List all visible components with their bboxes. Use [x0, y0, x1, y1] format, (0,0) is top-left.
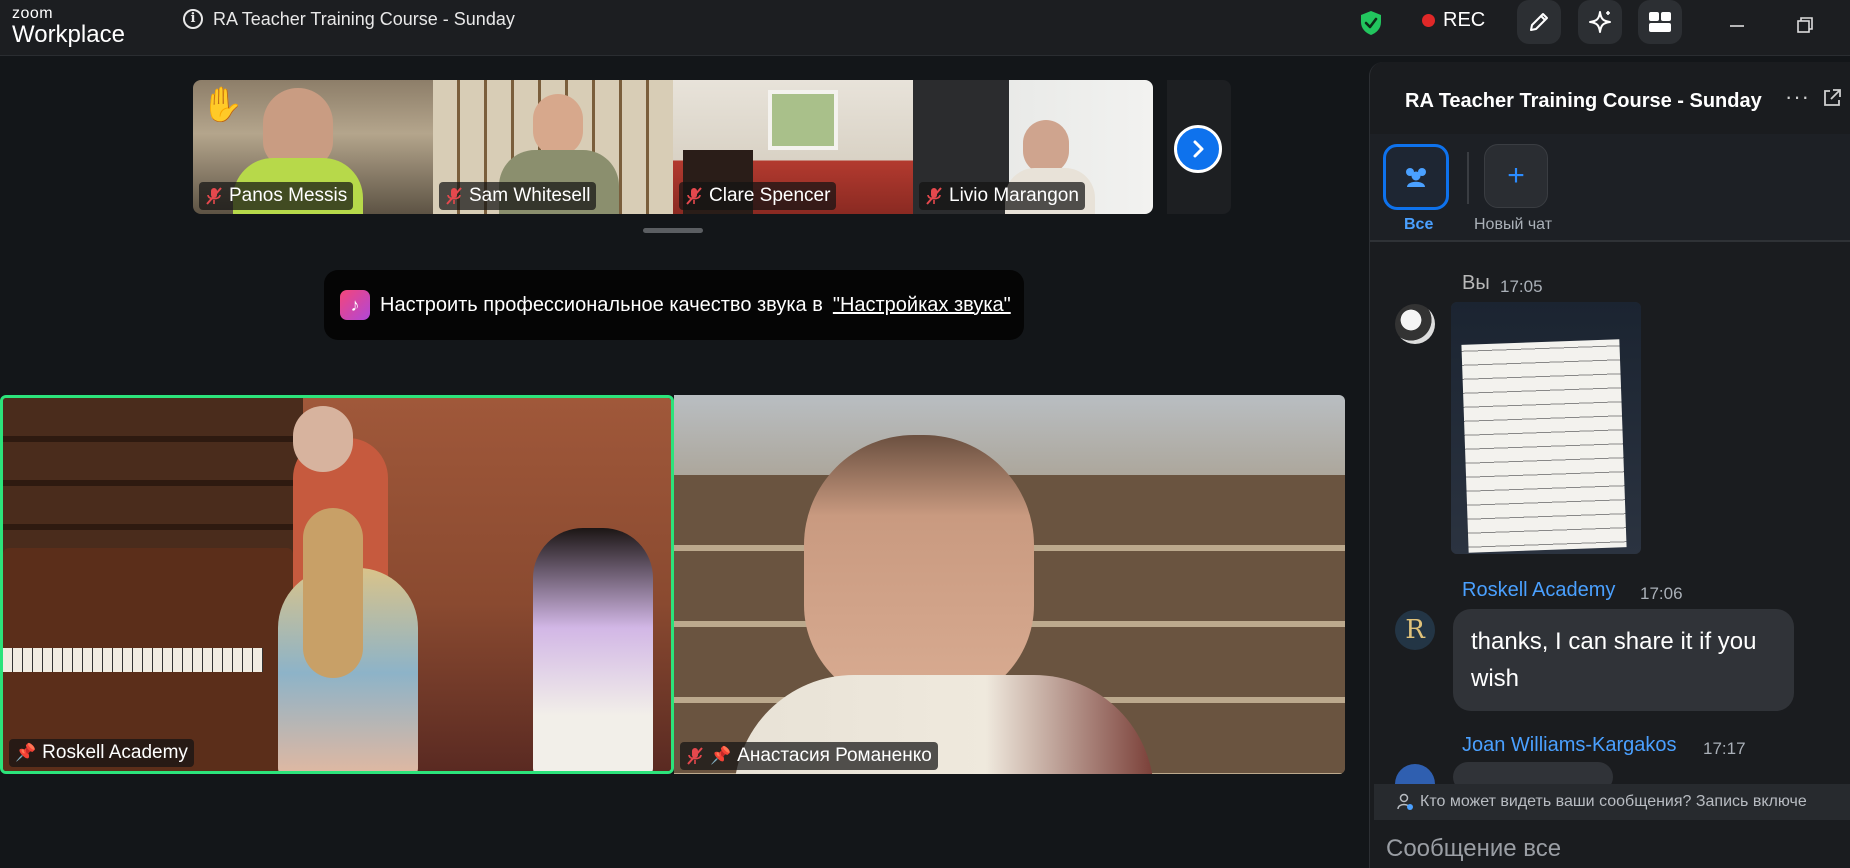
- record-dot-icon: [1422, 14, 1435, 27]
- participant-figure: [263, 88, 333, 168]
- pencil-icon: [1530, 13, 1548, 31]
- mic-muted-icon: [446, 187, 462, 205]
- participant-tile[interactable]: Sam Whitesell: [433, 80, 673, 214]
- tab-new-label: Новый чат: [1474, 216, 1553, 233]
- ai-companion-button[interactable]: [1578, 0, 1622, 44]
- chevron-right-icon: [1193, 140, 1204, 158]
- sheet-music-shape: [1461, 339, 1627, 553]
- mic-muted-icon: [926, 187, 942, 205]
- main-video-tile[interactable]: 📌 Roskell Academy: [0, 395, 674, 774]
- zoom-logo: zoom Workplace: [12, 6, 125, 47]
- chat-panel: RA Teacher Training Course - Sunday ··· …: [1369, 62, 1850, 868]
- more-options-icon[interactable]: ···: [1785, 84, 1810, 110]
- sparkle-icon: [1589, 11, 1611, 33]
- participant-name: Panos Messis: [229, 185, 348, 206]
- view-button[interactable]: [1638, 0, 1682, 44]
- message-time: 17:17: [1703, 739, 1746, 758]
- participant-name-tag: Sam Whitesell: [439, 182, 597, 210]
- audio-settings-link[interactable]: "Настройках звука": [833, 294, 1011, 317]
- privacy-text: Кто может видеть ваши сообщения? Запись …: [1420, 793, 1807, 810]
- pin-icon: 📌: [710, 746, 732, 765]
- participant-name-tag: Livio Marangon: [919, 182, 1085, 210]
- annotate-button[interactable]: [1517, 0, 1561, 44]
- tab-all-label: Все: [1404, 216, 1434, 233]
- gallery-strip: ✋ Panos Messis Sam Whitesell Clare Spenc…: [193, 80, 1153, 214]
- tab-divider: [1467, 152, 1469, 204]
- piano-keys: [3, 648, 263, 672]
- avatar: [1395, 304, 1435, 344]
- window-shape: [768, 90, 838, 150]
- mic-muted-icon: [687, 747, 703, 765]
- plus-icon: +: [1507, 159, 1525, 192]
- participant-name: Livio Marangon: [949, 185, 1079, 206]
- pin-icon: 📌: [15, 743, 37, 762]
- recording-indicator[interactable]: REC: [1422, 9, 1485, 32]
- participant-figure: [1023, 120, 1069, 174]
- shield-icon[interactable]: [1359, 10, 1383, 36]
- info-icon[interactable]: i: [183, 9, 203, 29]
- participant-figure: [293, 406, 353, 472]
- participant-figure: [533, 528, 653, 771]
- minimize-icon: [1730, 25, 1744, 27]
- mic-muted-icon: [686, 187, 702, 205]
- tab-new-chat[interactable]: +: [1484, 144, 1548, 208]
- participant-tile[interactable]: Clare Spencer: [673, 80, 913, 214]
- person-info-icon: [1397, 793, 1413, 810]
- chat-title: RA Teacher Training Course - Sunday: [1405, 90, 1762, 112]
- participant-figure: [804, 435, 1034, 705]
- participant-figure: [303, 508, 363, 678]
- minimize-button[interactable]: [1722, 10, 1752, 40]
- message-input[interactable]: Сообщение все: [1386, 835, 1561, 863]
- message-privacy-notice[interactable]: Кто может видеть ваши сообщения? Запись …: [1374, 784, 1850, 820]
- raised-hand-icon: ✋: [201, 86, 244, 124]
- music-note-icon: ♪: [340, 290, 370, 320]
- rec-label: REC: [1443, 9, 1486, 31]
- popout-icon[interactable]: [1822, 88, 1842, 108]
- message-sender[interactable]: Joan Williams-Kargakos: [1462, 734, 1677, 757]
- message-time: 17:06: [1640, 584, 1683, 603]
- shared-image[interactable]: [1451, 302, 1641, 554]
- participant-tile[interactable]: ✋ Panos Messis: [193, 80, 433, 214]
- mic-muted-icon: [206, 187, 222, 205]
- banner-text: Настроить профессиональное качество звук…: [380, 293, 823, 316]
- group-icon: [1406, 168, 1426, 187]
- message-sender: Вы: [1462, 272, 1490, 294]
- participant-name: Анастасия Романенко: [737, 745, 932, 766]
- strip-resize-handle[interactable]: [643, 228, 703, 233]
- participant-name: Roskell Academy: [42, 742, 188, 763]
- participant-name: Clare Spencer: [709, 185, 831, 206]
- grid-view-icon: [1649, 12, 1671, 32]
- avatar: R: [1395, 610, 1435, 650]
- bookshelf-shape: [3, 398, 303, 568]
- title-bar: zoom Workplace i RA Teacher Training Cou…: [0, 0, 1850, 56]
- participant-tile[interactable]: Livio Marangon: [913, 80, 1153, 214]
- message-time: 17:05: [1500, 277, 1543, 296]
- message-bubble[interactable]: thanks, I can share it if you wish: [1453, 609, 1794, 711]
- participant-name: Sam Whitesell: [469, 185, 591, 206]
- participant-figure: [533, 94, 583, 156]
- next-page-button[interactable]: [1174, 125, 1222, 173]
- main-video-tile[interactable]: 📌 Анастасия Романенко: [674, 395, 1345, 774]
- logo-zoom-text: zoom: [12, 5, 54, 22]
- tab-all-chats[interactable]: [1383, 144, 1449, 210]
- restore-button[interactable]: [1790, 10, 1820, 40]
- participant-name-tag: 📌 Анастасия Романенко: [680, 742, 938, 770]
- restore-icon: [1797, 17, 1813, 33]
- audio-settings-banner: ♪ Настроить профессиональное качество зв…: [324, 270, 1024, 340]
- logo-workplace-text: Workplace: [12, 21, 125, 48]
- message-sender[interactable]: Roskell Academy: [1462, 579, 1615, 602]
- participant-name-tag: 📌 Roskell Academy: [9, 739, 194, 767]
- participant-name-tag: Clare Spencer: [679, 182, 837, 210]
- meeting-title: RA Teacher Training Course - Sunday: [213, 9, 515, 29]
- participant-name-tag: Panos Messis: [199, 182, 354, 210]
